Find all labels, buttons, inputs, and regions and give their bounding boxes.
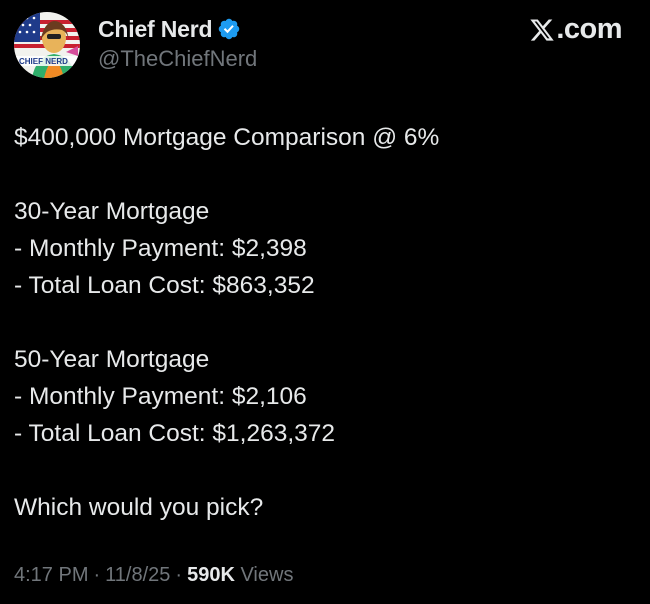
post-line-50yr-monthly: - Monthly Payment: $2,106 bbox=[14, 383, 307, 410]
x-logo-icon bbox=[530, 18, 555, 41]
post-line-question: Which would you pick? bbox=[14, 494, 264, 521]
post-line-50yr-total: - Total Loan Cost: $1,263,372 bbox=[14, 420, 336, 447]
post-line-blank bbox=[14, 304, 634, 341]
x-brand-link[interactable]: .com bbox=[529, 13, 622, 46]
avatar-image: CHIEF NERD bbox=[14, 12, 80, 78]
views-label: Views bbox=[240, 564, 294, 586]
post-line-blank bbox=[14, 156, 634, 193]
post-meta: 4:17 PM · 11/8/25 · 590K Views bbox=[14, 564, 293, 587]
separator-dot: · bbox=[175, 564, 183, 586]
name-row: Chief Nerd bbox=[98, 14, 257, 44]
post-line-30yr-monthly: - Monthly Payment: $2,398 bbox=[14, 235, 307, 262]
post-date[interactable]: 11/8/25 bbox=[105, 564, 170, 586]
post-line-heading: $400,000 Mortgage Comparison @ 6% bbox=[14, 124, 440, 151]
handle[interactable]: @TheChiefNerd bbox=[98, 46, 257, 72]
brand-domain: .com bbox=[556, 13, 622, 45]
post-line-blank bbox=[14, 452, 634, 489]
separator-dot: · bbox=[93, 564, 101, 586]
post-line-30yr-title: 30-Year Mortgage bbox=[14, 198, 210, 225]
post-line-50yr-title: 50-Year Mortgage bbox=[14, 346, 210, 373]
avatar[interactable]: CHIEF NERD bbox=[14, 12, 80, 78]
verified-badge-icon[interactable] bbox=[217, 17, 241, 41]
tweet-card: CHIEF NERD Chief Nerd @TheChiefNerd .com… bbox=[0, 0, 650, 604]
display-name[interactable]: Chief Nerd bbox=[98, 16, 212, 43]
avatar-label: CHIEF NERD bbox=[19, 57, 68, 66]
post-text: $400,000 Mortgage Comparison @ 6% 30-Yea… bbox=[14, 119, 634, 526]
author-block[interactable]: Chief Nerd @TheChiefNerd bbox=[98, 14, 257, 72]
views-count[interactable]: 590K bbox=[187, 564, 235, 586]
post-time[interactable]: 4:17 PM bbox=[14, 564, 88, 586]
post-line-30yr-total: - Total Loan Cost: $863,352 bbox=[14, 272, 315, 299]
